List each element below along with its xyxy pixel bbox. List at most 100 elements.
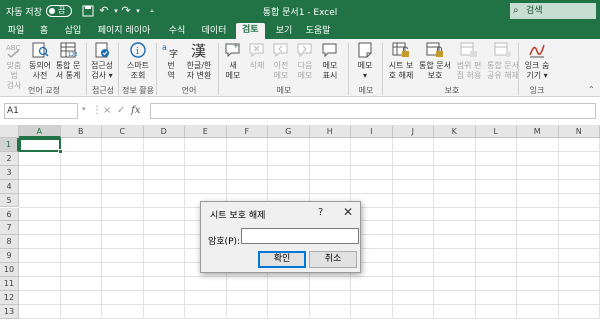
close-icon[interactable]: ✕	[343, 205, 353, 219]
column-gridline	[184, 138, 185, 319]
row-header-7[interactable]: 7	[0, 221, 19, 236]
delete-comment-icon	[249, 43, 264, 58]
row-gridline	[19, 178, 600, 180]
column-header-b[interactable]: B	[60, 125, 102, 138]
column-header-c[interactable]: C	[102, 125, 144, 138]
notes-button[interactable]: 메모 ▾	[354, 41, 376, 81]
column-header-h[interactable]: H	[309, 125, 351, 138]
group-separator	[156, 43, 157, 95]
tab-view[interactable]: 보기	[274, 24, 294, 38]
cancel-button[interactable]: 취소	[309, 251, 357, 268]
cancel-icon[interactable]: ×	[103, 105, 111, 116]
accessibility-check-button[interactable]: 접근성 검사 ▾	[90, 41, 114, 81]
row-header-6[interactable]: 6	[0, 207, 19, 222]
delete-comment-button[interactable]: 삭제	[246, 41, 268, 71]
protect-workbook-button[interactable]: 통합 문서 보호	[418, 41, 452, 81]
show-comments-button[interactable]: 메모 표시	[318, 41, 342, 81]
tab-file[interactable]: 파일	[6, 24, 26, 38]
row-gridline	[19, 150, 600, 152]
next-comment-button[interactable]: 다음 메모	[294, 41, 316, 81]
row-header-1[interactable]: 1	[0, 138, 19, 152]
smart-lookup-button[interactable]: i 스마트 조회	[124, 41, 152, 81]
column-header-f[interactable]: F	[226, 125, 268, 138]
search-box[interactable]: ⌕ 검색	[510, 3, 596, 19]
insert-function-icon[interactable]: fx	[131, 105, 140, 116]
column-gridline	[142, 138, 144, 319]
previous-comment-button[interactable]: 이전 메모	[270, 41, 292, 81]
fill-handle[interactable]	[58, 149, 63, 154]
spelling-icon: ABC	[6, 44, 20, 59]
ribbon-tabs: 파일 홈 삽입 페이지 레이아웃 수식 데이터 검토 보기 도움말	[0, 22, 600, 50]
column-header-i[interactable]: I	[351, 125, 393, 138]
more-icon: ⋮	[92, 105, 102, 116]
group-separator	[348, 43, 349, 95]
hide-ink-button[interactable]: 잉크 숨 기기 ▾	[522, 41, 552, 81]
tab-formulas[interactable]: 수식	[166, 24, 188, 38]
row-header-12[interactable]: 12	[0, 290, 19, 305]
workbook-statistics-button[interactable]: 123 통합 문서 통계	[54, 41, 82, 81]
group-label-protect: 보호	[444, 86, 460, 95]
tab-review[interactable]: 검토	[236, 23, 265, 39]
row-header-10[interactable]: 10	[0, 263, 19, 277]
unprotect-sheet-button[interactable]: 시트 보호 해제	[386, 41, 416, 81]
unprotect-sheet-dialog: 시트 보호 해제 ? ✕ 암호(P): 확인 취소	[200, 201, 361, 273]
ok-button[interactable]: 확인	[258, 251, 306, 268]
column-gridline	[516, 138, 517, 319]
active-cell-a1[interactable]	[19, 138, 63, 154]
column-header-l[interactable]: L	[475, 125, 517, 138]
enter-icon[interactable]: ✓	[117, 105, 125, 116]
svg-text:字: 字	[169, 48, 178, 59]
row-header-5[interactable]: 5	[0, 193, 19, 208]
name-box-dropdown-icon[interactable]: ▾	[82, 105, 86, 113]
new-comment-button[interactable]: + 새 메모	[222, 41, 244, 81]
search-icon: ⌕	[513, 5, 519, 16]
tab-insert[interactable]: 삽입	[62, 24, 84, 38]
dialog-title: 시트 보호 해제	[210, 211, 266, 221]
unshare-workbook-button[interactable]: 통합 문서 공유 해제	[486, 41, 520, 81]
row-gridline	[19, 303, 600, 305]
group-label-accessibility: 접근성	[91, 86, 115, 95]
column-header-k[interactable]: K	[434, 125, 476, 138]
name-box[interactable]: A1	[4, 103, 78, 119]
column-gridline	[101, 138, 102, 319]
spelling-button[interactable]: ABC 맞춤법 검사	[3, 41, 25, 91]
translate-button[interactable]: a字 번역	[160, 41, 182, 81]
thesaurus-button[interactable]: 동의어 사전	[28, 41, 52, 81]
group-label-language: 언어	[181, 86, 197, 95]
row-header-2[interactable]: 2	[0, 151, 19, 166]
column-header-n[interactable]: N	[558, 125, 600, 138]
translate-icon: a字	[162, 43, 178, 59]
column-header-a[interactable]: A	[19, 125, 61, 138]
tab-help[interactable]: 도움말	[304, 24, 332, 38]
previous-comment-icon	[273, 43, 288, 58]
smart-lookup-icon: i	[130, 42, 146, 58]
thesaurus-icon	[32, 42, 49, 58]
row-header-8[interactable]: 8	[0, 235, 19, 250]
group-label-insights: 정보 활용	[122, 86, 154, 95]
new-comment-icon: +	[225, 42, 240, 58]
hangul-hanja-button[interactable]: 漢 한글/한 자 변환	[184, 41, 214, 81]
tab-home[interactable]: 홈	[36, 24, 52, 38]
row-header-13[interactable]: 13	[0, 304, 19, 319]
tab-data[interactable]: 데이터	[200, 24, 228, 38]
row-header-3[interactable]: 3	[0, 165, 19, 180]
row-gridline	[19, 276, 600, 277]
svg-text:漢: 漢	[191, 42, 206, 59]
password-field[interactable]	[241, 228, 359, 244]
ink-icon	[529, 44, 545, 58]
column-header-m[interactable]: M	[517, 125, 559, 138]
row-header-9[interactable]: 9	[0, 249, 19, 264]
group-label-proofing: 언어 교정	[28, 86, 60, 95]
select-all-corner[interactable]	[0, 125, 19, 138]
collapse-ribbon-icon[interactable]: ⌃	[588, 85, 595, 94]
column-header-d[interactable]: D	[143, 125, 185, 138]
row-header-4[interactable]: 4	[0, 179, 19, 194]
formula-input[interactable]	[150, 103, 596, 119]
column-gridline	[391, 138, 393, 319]
column-header-g[interactable]: G	[268, 125, 310, 138]
allow-edit-ranges-button[interactable]: 범위 편집 허용	[454, 41, 484, 81]
row-header-11[interactable]: 11	[0, 277, 19, 291]
column-header-e[interactable]: E	[185, 125, 227, 138]
help-icon[interactable]: ?	[318, 207, 323, 218]
column-header-j[interactable]: J	[392, 125, 434, 138]
